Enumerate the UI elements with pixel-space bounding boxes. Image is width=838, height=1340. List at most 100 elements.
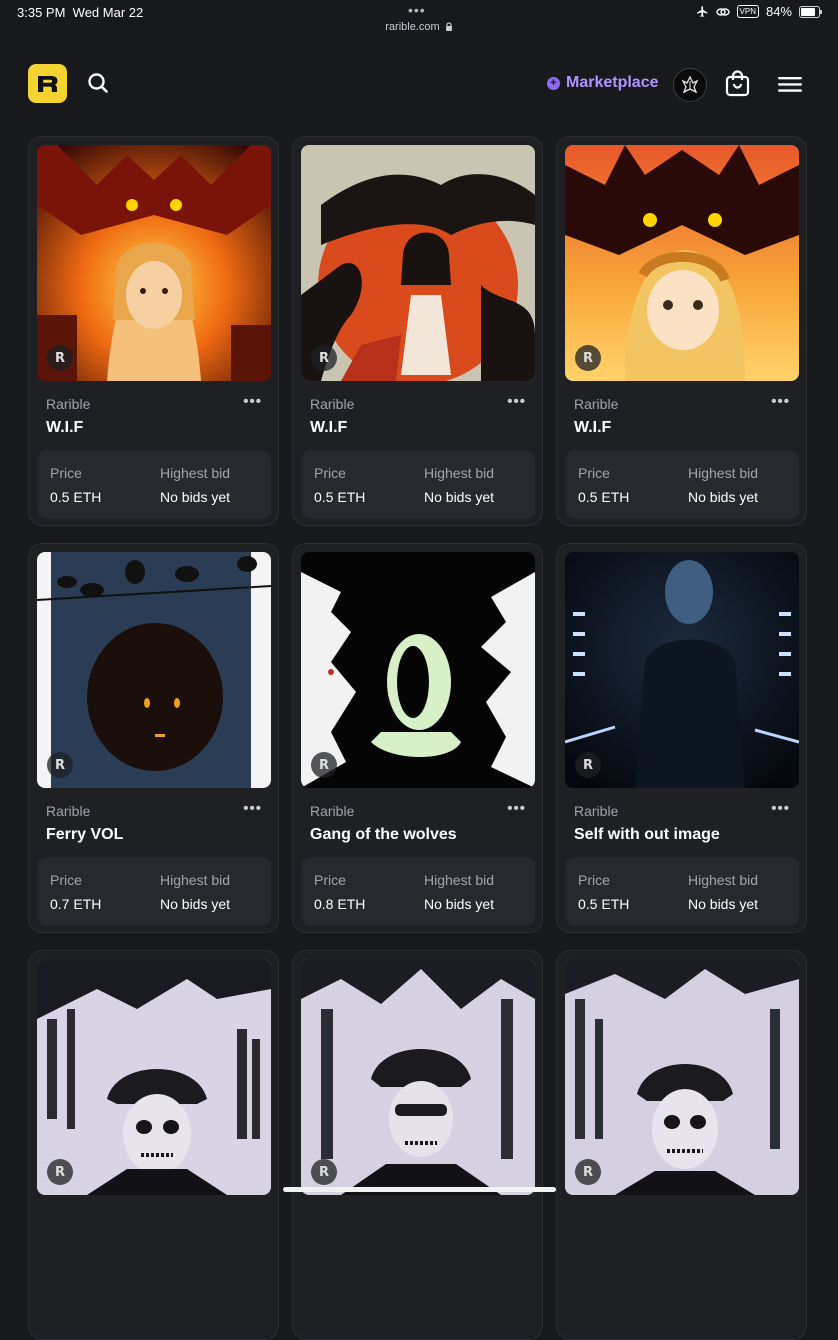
avatar[interactable]: [673, 68, 707, 102]
vpn-badge: VPN: [736, 5, 759, 18]
price-box: Price 0.8 ETH Highest bid No bids yet: [301, 857, 535, 926]
more-options-button[interactable]: •••: [507, 800, 526, 817]
airplane-icon: [696, 6, 707, 17]
nft-title[interactable]: Self with out image: [574, 826, 720, 844]
price-label: Price: [578, 872, 610, 888]
price-box: Price 0.5 ETH Highest bid No bids yet: [565, 450, 799, 519]
price-label: Price: [50, 872, 82, 888]
price-value: 0.5 ETH: [50, 489, 102, 505]
marketplace-link[interactable]: + Marketplace: [547, 74, 659, 92]
nft-title[interactable]: W.I.F: [574, 419, 611, 437]
multitasking-dots[interactable]: •••: [408, 2, 426, 18]
highest-bid-label: Highest bid: [424, 465, 495, 481]
nft-image[interactable]: R: [565, 959, 799, 1195]
nft-image[interactable]: R: [565, 552, 799, 788]
rarible-badge: R: [311, 345, 337, 371]
nft-card[interactable]: R Rarible ••• W.I.F Price 0.5 ETH Highes…: [292, 136, 543, 526]
highest-bid-label: Highest bid: [688, 465, 759, 481]
highest-bid-value: No bids yet: [160, 489, 231, 505]
search-button[interactable]: [86, 71, 110, 100]
nft-image[interactable]: R: [301, 145, 535, 381]
nft-title[interactable]: Ferry VOL: [46, 826, 123, 844]
nft-image[interactable]: R: [301, 552, 535, 788]
nft-card[interactable]: R: [292, 950, 543, 1340]
nft-image[interactable]: R: [37, 145, 271, 381]
nft-image[interactable]: R: [37, 959, 271, 1195]
wolf-avatar-icon: [681, 75, 699, 94]
price-value: 0.5 ETH: [578, 489, 630, 505]
battery-percent: 84%: [765, 4, 792, 19]
more-options-button[interactable]: •••: [507, 393, 526, 410]
more-options-button[interactable]: •••: [243, 393, 262, 410]
price-value: 0.7 ETH: [50, 896, 102, 912]
nft-card[interactable]: R: [28, 950, 279, 1340]
plus-icon: +: [547, 76, 560, 90]
marketplace-label: Marketplace: [566, 74, 659, 91]
nft-card[interactable]: R: [556, 950, 807, 1340]
url-text: rarible.com: [385, 21, 440, 33]
link-icon: [715, 7, 730, 16]
nft-card[interactable]: R Rarible ••• Self with out image Price …: [556, 543, 807, 933]
search-icon: [88, 73, 108, 93]
nft-title[interactable]: Gang of the wolves: [310, 826, 457, 844]
hamburger-menu-button[interactable]: [778, 77, 802, 97]
nft-owner[interactable]: Rarible: [574, 396, 618, 412]
more-options-button[interactable]: •••: [771, 800, 790, 817]
nft-owner[interactable]: Rarible: [46, 803, 90, 819]
price-box: Price 0.5 ETH Highest bid No bids yet: [301, 450, 535, 519]
highest-bid-value: No bids yet: [424, 489, 495, 505]
price-label: Price: [314, 872, 346, 888]
rarible-badge: R: [575, 345, 601, 371]
highest-bid-label: Highest bid: [688, 872, 759, 888]
nft-owner[interactable]: Rarible: [574, 803, 618, 819]
price-box: Price 0.7 ETH Highest bid No bids yet: [37, 857, 271, 926]
status-indicators: VPN 84%: [696, 4, 822, 19]
status-bar: 3:35 PM Wed Mar 22 ••• rarible.com VPN 8…: [0, 0, 838, 44]
nft-card[interactable]: R Rarible ••• Ferry VOL Price 0.7 ETH Hi…: [28, 543, 279, 933]
nft-title[interactable]: W.I.F: [310, 419, 347, 437]
rarible-badge: R: [311, 752, 337, 778]
site-header: + Marketplace: [0, 62, 838, 106]
rarible-badge: R: [47, 345, 73, 371]
rarible-badge: R: [311, 1159, 337, 1185]
url-display[interactable]: rarible.com: [0, 21, 838, 33]
price-box: Price 0.5 ETH Highest bid No bids yet: [37, 450, 271, 519]
status-time: 3:35 PM: [17, 5, 66, 20]
nft-image[interactable]: R: [37, 552, 271, 788]
price-label: Price: [314, 465, 346, 481]
nft-card[interactable]: R Rarible ••• Gang of the wolves Price 0…: [292, 543, 543, 933]
battery-icon: [799, 5, 822, 18]
cart-button[interactable]: [725, 70, 750, 102]
rarible-badge: R: [47, 1159, 73, 1185]
rarible-logo[interactable]: [28, 64, 67, 103]
more-options-button[interactable]: •••: [771, 393, 790, 410]
more-options-button[interactable]: •••: [243, 800, 262, 817]
highest-bid-label: Highest bid: [160, 465, 231, 481]
rarible-badge: R: [47, 752, 73, 778]
price-box: Price 0.5 ETH Highest bid No bids yet: [565, 857, 799, 926]
price-value: 0.5 ETH: [314, 489, 366, 505]
highest-bid-value: No bids yet: [688, 489, 759, 505]
nft-card[interactable]: R Rarible ••• W.I.F Price 0.5 ETH Highes…: [28, 136, 279, 526]
highest-bid-label: Highest bid: [424, 872, 495, 888]
home-indicator[interactable]: [283, 1187, 556, 1192]
rarible-badge: R: [575, 1159, 601, 1185]
battery-fill: [801, 7, 816, 16]
price-value: 0.8 ETH: [314, 896, 366, 912]
nft-owner[interactable]: Rarible: [310, 396, 354, 412]
price-label: Price: [50, 465, 82, 481]
nft-title[interactable]: W.I.F: [46, 419, 83, 437]
nft-image[interactable]: R: [301, 959, 535, 1195]
nft-card[interactable]: R Rarible ••• W.I.F Price 0.5 ETH Highes…: [556, 136, 807, 526]
nft-owner[interactable]: Rarible: [46, 396, 90, 412]
status-date: Wed Mar 22: [72, 5, 144, 20]
lock-icon: [445, 22, 452, 31]
highest-bid-value: No bids yet: [160, 896, 231, 912]
price-value: 0.5 ETH: [578, 896, 630, 912]
nft-image[interactable]: R: [565, 145, 799, 381]
shopping-bag-icon: [725, 70, 750, 97]
nft-owner[interactable]: Rarible: [310, 803, 354, 819]
status-time-date: 3:35 PM Wed Mar 22: [17, 5, 143, 20]
highest-bid-label: Highest bid: [160, 872, 231, 888]
price-label: Price: [578, 465, 610, 481]
